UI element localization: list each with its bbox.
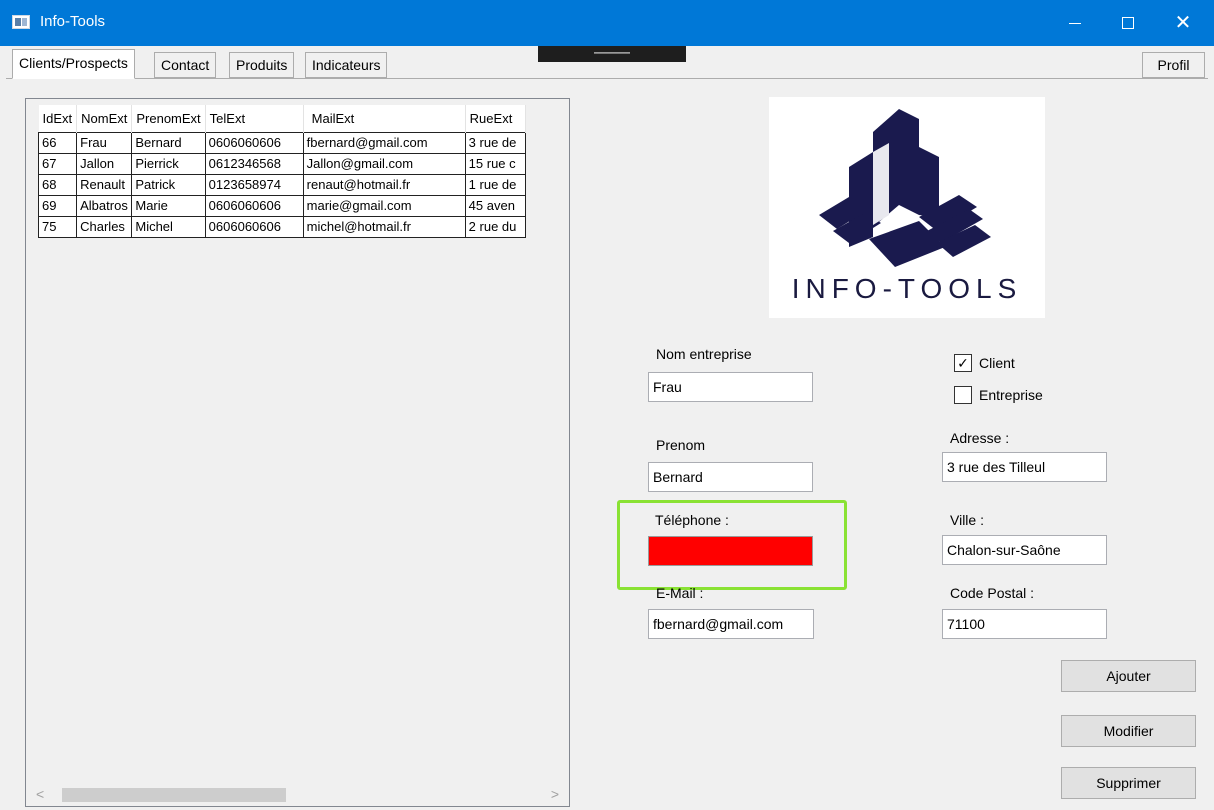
entreprise-checkbox[interactable] (954, 386, 972, 404)
code-postal-input[interactable]: 71100 (942, 609, 1107, 639)
minimize-button[interactable] (1052, 0, 1098, 46)
table-cell[interactable]: 67 (37, 152, 78, 175)
table-cell[interactable]: 75 (37, 215, 78, 238)
clients-table: IdExt NomExt PrenomExt TelExt MailExt Ru… (37, 105, 526, 238)
table-row[interactable]: 67 Jallon Pierrick 0612346568 Jallon@gma… (37, 152, 526, 175)
nom-entreprise-input[interactable]: Frau (648, 372, 813, 402)
table-cell[interactable]: Pierrick (131, 152, 206, 175)
table-row[interactable]: 68 Renault Patrick 0123658974 renaut@hot… (37, 173, 526, 196)
title-bar: Info-Tools ✕ (0, 0, 1214, 46)
ajouter-button[interactable]: Ajouter (1061, 660, 1196, 692)
close-button[interactable]: ✕ (1160, 0, 1206, 46)
column-header-rueext[interactable]: RueExt (465, 105, 526, 132)
scroll-left-icon[interactable]: < (36, 786, 44, 802)
horizontal-scrollbar[interactable]: < > (26, 784, 569, 806)
telephone-label: Téléphone : (655, 512, 729, 528)
column-header-telext[interactable]: TelExt (205, 105, 304, 132)
table-cell[interactable]: 0606060606 (204, 215, 304, 238)
table-cell[interactable]: Patrick (131, 173, 206, 196)
table-cell[interactable]: Bernard (131, 131, 206, 154)
adresse-input[interactable]: 3 rue des Tilleul (942, 452, 1107, 482)
modifier-button[interactable]: Modifier (1061, 715, 1196, 747)
table-cell[interactable]: renaut@hotmail.fr (302, 173, 466, 196)
table-cell[interactable]: 0123658974 (204, 173, 304, 196)
table-cell[interactable]: Marie (131, 194, 206, 217)
email-label: E-Mail : (656, 585, 704, 601)
prenom-label: Prenom (656, 437, 706, 453)
scroll-thumb[interactable] (62, 788, 286, 802)
table-cell[interactable]: 45 aven (464, 194, 526, 217)
table-cell[interactable]: 3 rue de (464, 131, 526, 154)
table-cell[interactable]: Michel (131, 215, 206, 238)
table-cell[interactable]: marie@gmail.com (302, 194, 466, 217)
grip-icon (594, 52, 630, 54)
table-row[interactable]: 69 Albatros Marie 0606060606 marie@gmail… (37, 194, 526, 217)
column-header-nomext[interactable]: NomExt (76, 105, 133, 132)
supprimer-button[interactable]: Supprimer (1061, 767, 1196, 799)
ville-label: Ville : (950, 512, 984, 528)
column-header-mailext[interactable]: MailExt (303, 105, 466, 132)
table-cell[interactable]: 0606060606 (204, 131, 304, 154)
table-cell[interactable]: Albatros (76, 194, 133, 217)
table-cell[interactable]: Renault (76, 173, 133, 196)
logo-text: INFO-TOOLS (791, 273, 1023, 304)
table-cell[interactable]: Charles (76, 215, 133, 238)
window-title: Info-Tools (40, 13, 106, 30)
checkmark-icon: ✓ (957, 355, 969, 371)
table-cell[interactable]: 68 (37, 173, 78, 196)
tab-indicateurs[interactable]: Indicateurs (305, 52, 388, 78)
table-cell[interactable]: michel@hotmail.fr (302, 215, 466, 238)
code-postal-label: Code Postal : (950, 585, 1035, 601)
nom-entreprise-label: Nom entreprise (656, 346, 752, 362)
tab-contact[interactable]: Contact (154, 52, 217, 78)
adresse-label: Adresse : (950, 430, 1010, 446)
telephone-input[interactable] (648, 536, 813, 566)
table-cell[interactable]: 2 rue du (464, 215, 526, 238)
maximize-icon (1122, 17, 1134, 29)
maximize-button[interactable] (1105, 0, 1151, 46)
table-cell[interactable]: 1 rue de (464, 173, 526, 196)
info-tools-logo: INFO-TOOLS (769, 97, 1045, 318)
table-cell[interactable]: 66 (37, 131, 78, 154)
table-cell[interactable]: Jallon@gmail.com (302, 152, 466, 175)
ville-input[interactable]: Chalon-sur-Saône (942, 535, 1107, 565)
close-icon: ✕ (1174, 12, 1192, 34)
drag-handle[interactable] (538, 46, 686, 62)
entreprise-checkbox-label: Entreprise (979, 387, 1043, 403)
client-checkbox-label: Client (979, 355, 1015, 371)
tab-profil[interactable]: Profil (1142, 52, 1205, 78)
minimize-icon (1069, 22, 1081, 24)
table-cell[interactable]: 69 (37, 194, 78, 217)
column-header-idext[interactable]: IdExt (38, 105, 78, 132)
tab-produits[interactable]: Produits (229, 52, 295, 78)
email-input[interactable]: fbernard@gmail.com (648, 609, 814, 639)
client-checkbox[interactable]: ✓ (954, 354, 972, 372)
table-row[interactable]: 75 Charles Michel 0606060606 michel@hotm… (37, 215, 526, 238)
tab-clients-prospects[interactable]: Clients/Prospects (12, 49, 135, 79)
table-cell[interactable]: 0612346568 (204, 152, 304, 175)
table-cell[interactable]: 0606060606 (204, 194, 304, 217)
table-cell[interactable]: fbernard@gmail.com (302, 131, 466, 154)
table-cell[interactable]: Frau (76, 131, 133, 154)
app-icon (12, 15, 30, 29)
scroll-right-icon[interactable]: > (551, 786, 559, 802)
table-row[interactable]: 66 Frau Bernard 0606060606 fbernard@gmai… (37, 131, 526, 154)
prenom-input[interactable]: Bernard (648, 462, 813, 492)
table-cell[interactable]: Jallon (76, 152, 133, 175)
clients-data-grid[interactable]: IdExt NomExt PrenomExt TelExt MailExt Ru… (25, 98, 570, 807)
column-header-prenomext[interactable]: PrenomExt (131, 105, 206, 132)
table-cell[interactable]: 15 rue c (464, 152, 526, 175)
